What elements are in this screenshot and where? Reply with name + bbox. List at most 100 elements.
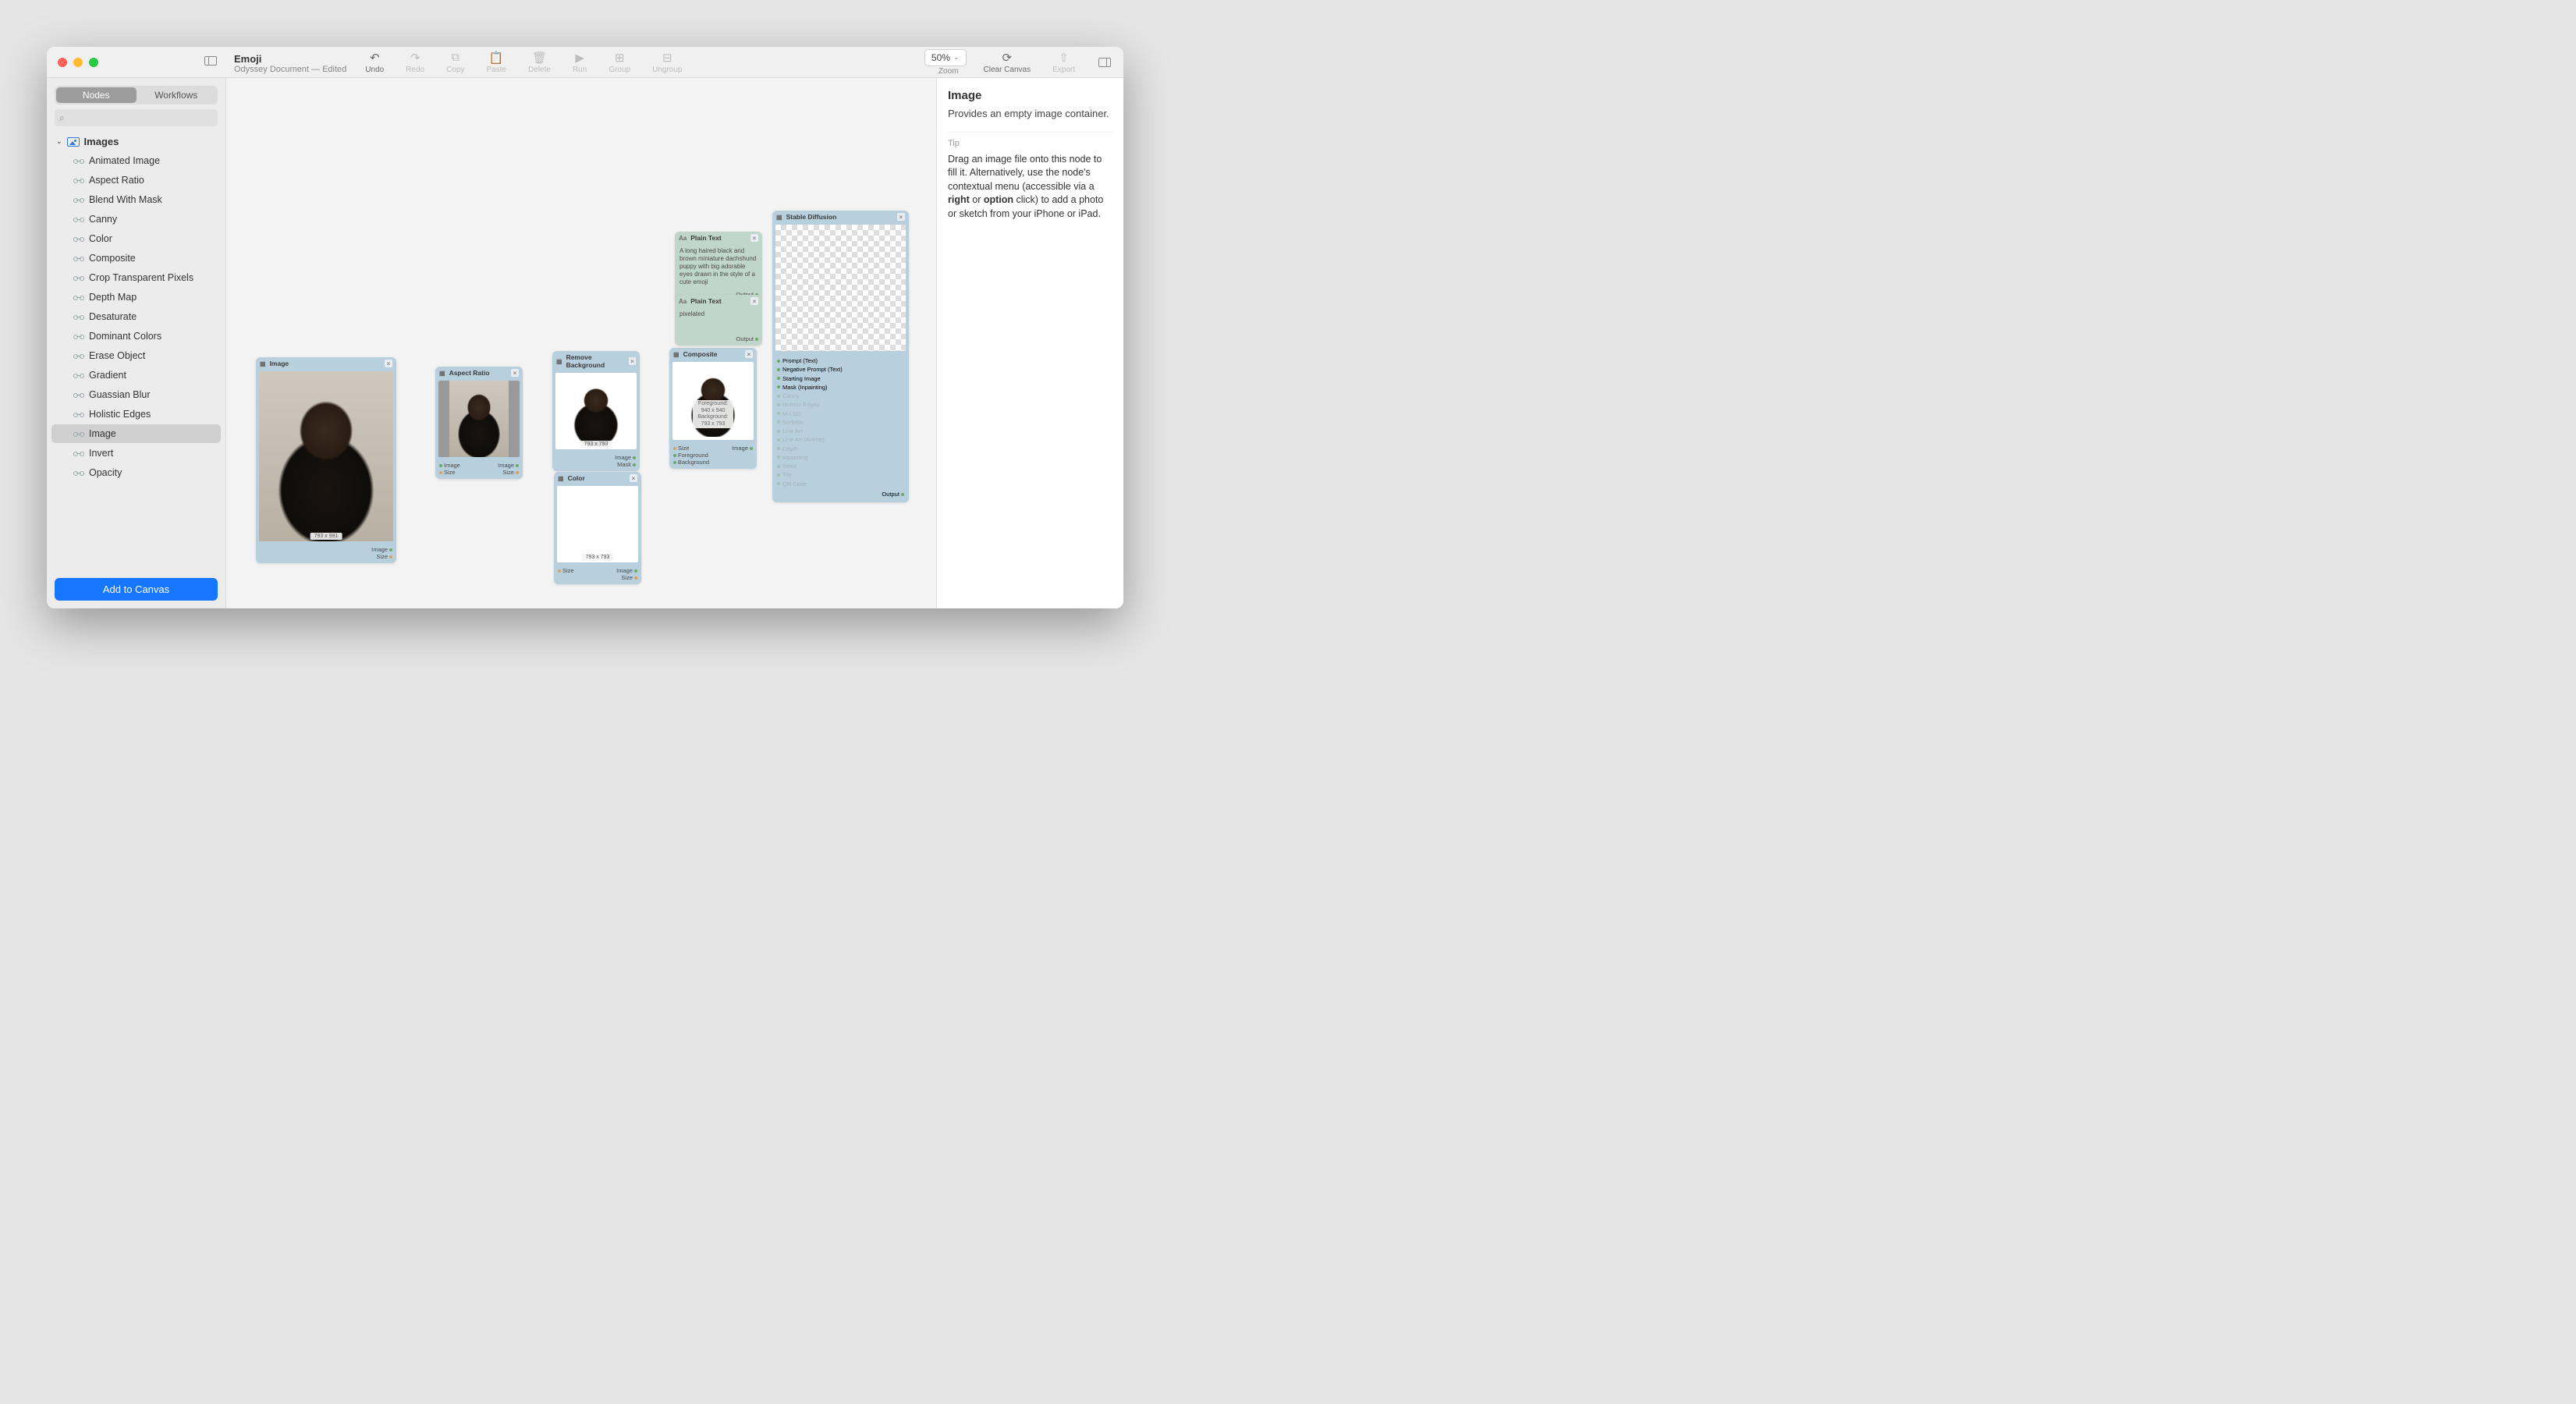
item-label: Canny — [89, 214, 117, 225]
close-icon[interactable]: × — [385, 360, 392, 367]
sd-port-line-art[interactable]: Line Art — [777, 427, 904, 435]
sidebar-item-invert[interactable]: Invert — [51, 444, 221, 463]
sd-port-starting-image[interactable]: Starting Image — [777, 374, 904, 383]
port-output[interactable]: Output — [736, 335, 758, 342]
sd-port-output[interactable]: Output — [777, 490, 904, 498]
port-foreground-in[interactable]: Foreground — [673, 452, 708, 459]
port-size-out[interactable]: Size — [502, 469, 519, 476]
sidebar-item-blend-with-mask[interactable]: Blend With Mask — [51, 190, 221, 209]
close-icon[interactable]: × — [629, 357, 636, 365]
node-stable-diffusion[interactable]: ▦Stable Diffusion× Prompt (Text)Negative… — [772, 211, 909, 502]
left-sidebar-toggle[interactable] — [204, 56, 217, 67]
sidebar-item-dominant-colors[interactable]: Dominant Colors — [51, 327, 221, 346]
sidebar-item-holistic-edges[interactable]: Holistic Edges — [51, 405, 221, 424]
node-aspect-ratio[interactable]: ▦Aspect Ratio× ImageImageSizeSize — [435, 367, 523, 479]
close-icon[interactable]: × — [511, 369, 519, 377]
sd-port-seed[interactable]: Seed — [777, 462, 904, 470]
right-sidebar-toggle[interactable] — [1086, 47, 1123, 77]
node-color[interactable]: ▦Color× 793 x 793 SizeImageSize — [554, 472, 641, 584]
delete-button[interactable]: 🗑Delete — [517, 47, 562, 77]
port-size-in[interactable]: Size — [673, 445, 690, 452]
sidebar-item-composite[interactable]: Composite — [51, 249, 221, 268]
image-dims: 793 x 991 — [310, 533, 342, 540]
port-size-out[interactable]: Size — [621, 574, 637, 581]
item-label: Image — [89, 428, 116, 439]
port-mask-out[interactable]: Mask — [617, 461, 636, 468]
sd-port-prompt-text-[interactable]: Prompt (Text) — [777, 356, 904, 365]
close-icon[interactable]: × — [750, 234, 758, 242]
node-remove-background[interactable]: ▦Remove Background× 793 x 793 ImageMask — [552, 351, 640, 471]
ungroup-button[interactable]: ⊟Ungroup — [641, 47, 693, 77]
item-label: Color — [89, 233, 112, 244]
sd-port-negative-prompt-text-[interactable]: Negative Prompt (Text) — [777, 365, 904, 374]
sidebar-item-guassian-blur[interactable]: Guassian Blur — [51, 385, 221, 404]
close-icon[interactable]: × — [897, 213, 905, 221]
node-icon — [73, 254, 84, 262]
undo-button[interactable]: ↶Undo — [354, 47, 395, 77]
image-type-icon: ▦ — [673, 351, 679, 358]
sd-port-holistic-edges[interactable]: Holistic Edges — [777, 400, 904, 409]
port-image-out[interactable]: Image — [498, 462, 519, 469]
sd-port-depth[interactable]: Depth — [777, 445, 904, 453]
node-image[interactable]: ▦Image× 793 x 991 ImageSize — [256, 357, 396, 563]
fullscreen-window-icon[interactable] — [89, 58, 98, 67]
sd-port-line-art-anime-[interactable]: Line Art (Anime) — [777, 435, 904, 444]
close-window-icon[interactable] — [58, 58, 67, 67]
sidebar-item-desaturate[interactable]: Desaturate — [51, 307, 221, 326]
sd-port-tile[interactable]: Tile — [777, 470, 904, 479]
node-plain-text-1[interactable]: AaPlain Text× A long haired black and br… — [675, 232, 762, 301]
sd-port-qr-code[interactable]: QR Code — [777, 480, 904, 488]
port-image-out[interactable]: Image — [616, 567, 637, 574]
search-input[interactable]: ⌕ — [55, 109, 218, 126]
sd-port-inpainting[interactable]: Inpainting — [777, 453, 904, 462]
zoom-select[interactable]: 50%⌄ — [924, 49, 967, 66]
tree-section-images[interactable]: ⌄ Images — [51, 133, 221, 151]
port-size-out[interactable]: Size — [376, 553, 392, 560]
copy-button[interactable]: ⧉Copy — [435, 47, 475, 77]
document-title-block: Emoji Odyssey Document — Edited — [226, 47, 354, 77]
sd-port-scribble[interactable]: Scribble — [777, 418, 904, 427]
tab-nodes[interactable]: Nodes — [56, 87, 137, 103]
sidebar-item-canny[interactable]: Canny — [51, 210, 221, 229]
port-background-in[interactable]: Background — [673, 459, 709, 466]
minimize-window-icon[interactable] — [73, 58, 83, 67]
node-icon — [73, 352, 84, 360]
text-content[interactable]: pixelated — [675, 307, 762, 334]
sidebar-item-animated-image[interactable]: Animated Image — [51, 151, 221, 170]
sidebar-item-depth-map[interactable]: Depth Map — [51, 288, 221, 307]
close-icon[interactable]: × — [630, 474, 637, 482]
sidebar-item-crop-transparent-pixels[interactable]: Crop Transparent Pixels — [51, 268, 221, 287]
sidebar-item-aspect-ratio[interactable]: Aspect Ratio — [51, 171, 221, 190]
sidebar-item-image[interactable]: Image — [51, 424, 221, 443]
port-image-out[interactable]: Image — [371, 546, 392, 553]
sidebar-item-color[interactable]: Color — [51, 229, 221, 248]
sd-port-m-lsd[interactable]: M-LSD — [777, 410, 904, 418]
port-image-out[interactable]: Image — [732, 445, 753, 452]
sd-port-canny[interactable]: Canny — [777, 392, 904, 400]
titlebar: Emoji Odyssey Document — Edited ↶Undo ↷R… — [47, 47, 1123, 78]
redo-button[interactable]: ↷Redo — [395, 47, 435, 77]
port-image-out[interactable]: Image — [615, 454, 636, 461]
group-button[interactable]: ⊞Group — [598, 47, 641, 77]
close-icon[interactable]: × — [745, 350, 753, 358]
canvas[interactable]: ▦Image× 793 x 991 ImageSize ▦Aspect Rati… — [226, 78, 936, 608]
close-icon[interactable]: × — [750, 297, 758, 305]
tab-workflows[interactable]: Workflows — [137, 87, 217, 103]
text-content[interactable]: A long haired black and brown miniature … — [675, 244, 762, 289]
sidebar-item-gradient[interactable]: Gradient — [51, 366, 221, 385]
export-button[interactable]: ⇧Export — [1041, 47, 1086, 77]
sidebar-item-erase-object[interactable]: Erase Object — [51, 346, 221, 365]
node-plain-text-2[interactable]: AaPlain Text× pixelated Output — [675, 295, 762, 346]
sd-port-mask-inpainting-[interactable]: Mask (Inpainting) — [777, 383, 904, 392]
add-to-canvas-button[interactable]: Add to Canvas — [55, 578, 218, 601]
port-size-in[interactable]: Size — [439, 469, 456, 476]
port-size-in[interactable]: Size — [558, 567, 574, 574]
node-icon — [73, 196, 84, 204]
paste-button[interactable]: 📋Paste — [475, 47, 517, 77]
color-preview: 793 x 793 — [557, 486, 638, 562]
node-composite[interactable]: ▦Composite× Foreground: 940 x 940Backgro… — [669, 348, 757, 469]
port-image-in[interactable]: Image — [439, 462, 460, 469]
clear-canvas-button[interactable]: ⟳Clear Canvas — [973, 47, 1042, 77]
run-button[interactable]: ▶Run — [562, 47, 598, 77]
sidebar-item-opacity[interactable]: Opacity — [51, 463, 221, 482]
